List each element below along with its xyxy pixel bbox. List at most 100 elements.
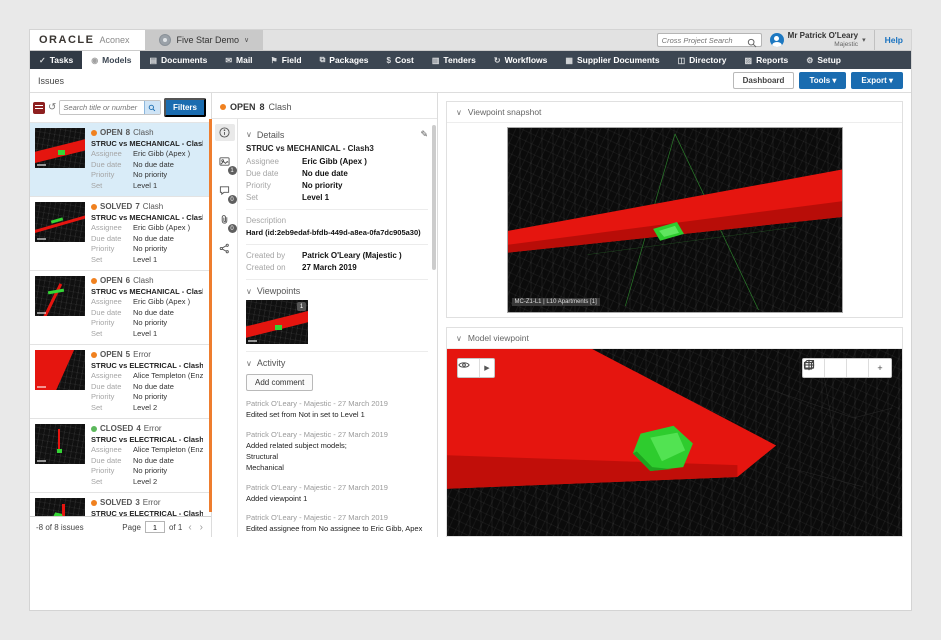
issue-card[interactable]: OPEN 6 Clash STRUC vs MECHANICAL - Clash… — [30, 271, 211, 345]
info-tab[interactable] — [215, 124, 235, 141]
issue-card[interactable]: SOLVED 7 Clash STRUC vs MECHANICAL - Cla… — [30, 197, 211, 271]
viewpoint-snapshot-header[interactable]: ∨ Viewpoint snapshot — [447, 102, 902, 123]
field-label: Assignee — [91, 297, 133, 308]
description-value: Hard (id:2eb9edaf-bfdb-449d-a8ea-0fa7dc9… — [246, 228, 428, 237]
project-selector[interactable]: Five Star Demo ∨ — [145, 30, 263, 50]
viewpoint-thumbnail[interactable]: 1 — [246, 300, 308, 344]
details-section-header[interactable]: ∨ Details ✎ — [246, 129, 428, 140]
edit-icon[interactable]: ✎ — [420, 129, 428, 140]
nav-tab[interactable]: $ Cost — [378, 51, 423, 69]
activity-meta: Patrick O'Leary - Majestic - 27 March 20… — [246, 399, 428, 408]
issue-card[interactable]: SOLVED 3 Error STRUC vs ELECTRICAL - Cla… — [30, 493, 211, 516]
detail-number: 8 — [260, 102, 265, 112]
model-viewpoint-header[interactable]: ∨ Model viewpoint — [447, 328, 902, 349]
zoom-in-button[interactable]: + — [869, 359, 891, 377]
nav-tab[interactable]: ✉ Mail — [216, 51, 261, 69]
nav-tab-label: Tenders — [443, 55, 475, 65]
main-nav: ✓ Tasks ◉ Models ▤ Documents ✉ Mail ⚑ Fi… — [30, 51, 911, 69]
nav-tab-icon: ⚑ — [271, 56, 278, 65]
nav-tab[interactable]: ◉ Models — [82, 51, 140, 69]
page-label: Page — [122, 523, 141, 532]
issues-list-scrollbar[interactable] — [209, 119, 212, 512]
share-icon — [219, 243, 230, 254]
nav-tab[interactable]: ⚙ Setup — [797, 51, 850, 69]
attachments-tab[interactable]: 0 — [215, 211, 235, 228]
issue-thumbnail — [35, 128, 85, 168]
issue-card[interactable]: OPEN 8 Clash STRUC vs MECHANICAL - Clash… — [30, 123, 211, 197]
issue-card[interactable]: OPEN 5 Error STRUC vs ELECTRICAL - Clash… — [30, 345, 211, 419]
issue-title: STRUC vs MECHANICAL - Clash1 — [91, 287, 203, 296]
chevron-down-icon: ∨ — [456, 108, 462, 117]
issue-priority: No priority — [133, 244, 167, 255]
export-button[interactable]: Export ▾ — [851, 72, 903, 89]
viewpoints-section-header[interactable]: ∨ Viewpoints — [246, 286, 428, 296]
eye-icon — [458, 359, 470, 371]
field-label: Priority — [91, 244, 133, 255]
issue-assignee: Alice Templeton (Enzic... — [133, 445, 203, 456]
nav-tab[interactable]: ↻ Workflows — [485, 51, 557, 69]
fit-view-button[interactable] — [847, 359, 869, 377]
field-label: Due date — [91, 160, 133, 171]
comments-tab[interactable]: 0 — [215, 182, 235, 199]
issue-set: Level 1 — [133, 329, 157, 340]
clash-highlight-graphic — [58, 150, 65, 155]
details-section-label: Details — [257, 130, 285, 140]
nav-tab[interactable]: ▨ Reports — [736, 51, 798, 69]
issue-card[interactable]: CLOSED 4 Error STRUC vs ELECTRICAL - Cla… — [30, 419, 211, 493]
nav-tab-label: Supplier Documents — [577, 55, 660, 65]
info-icon — [219, 127, 230, 138]
next-page-icon[interactable]: › — [198, 522, 205, 533]
model-viewport[interactable]: ▶ + — [447, 349, 902, 536]
clash-beam-graphic — [35, 350, 74, 390]
issues-panel-toggle-icon[interactable] — [33, 102, 45, 114]
field-label: Due date — [91, 382, 133, 393]
nav-tab-label: Cost — [395, 55, 414, 65]
nav-tab[interactable]: ⧉ Packages — [311, 51, 378, 69]
detail-content: ∨ Details ✎ STRUC vs MECHANICAL - Clash3… — [238, 119, 437, 537]
issue-thumbnail — [35, 350, 85, 390]
detail-scrollbar[interactable] — [432, 125, 436, 270]
issue-due-date: No due date — [133, 456, 174, 467]
tools-button[interactable]: Tools ▾ — [799, 72, 846, 89]
help-link[interactable]: Help — [874, 30, 903, 50]
issue-status: SOLVED — [100, 202, 132, 211]
nav-tab-icon: ✉ — [225, 56, 232, 65]
detail-status: OPEN — [230, 102, 256, 112]
expand-toolbar-button[interactable]: ▶ — [480, 359, 494, 377]
viewpoints-tab[interactable]: 1 — [215, 153, 235, 170]
nav-tab[interactable]: ◫ Directory — [669, 51, 736, 69]
detail-created-by: Patrick O'Leary (Majestic ) — [302, 251, 402, 260]
issue-status: CLOSED — [100, 424, 133, 433]
refresh-icon[interactable]: ↺ — [48, 103, 56, 113]
activity-section-header[interactable]: ∨ Activity — [246, 358, 428, 368]
field-label: Created on — [246, 263, 302, 272]
section-button[interactable] — [825, 359, 847, 377]
related-models-tab[interactable] — [215, 240, 235, 257]
nav-tab[interactable]: ▥ Tenders — [423, 51, 485, 69]
nav-tab[interactable]: ✓ Tasks — [30, 51, 82, 69]
search-icon[interactable] — [747, 35, 757, 45]
field-label: Due date — [91, 308, 133, 319]
issues-search[interactable] — [59, 100, 161, 115]
issues-search-button[interactable] — [144, 101, 160, 114]
dashboard-button[interactable]: Dashboard — [733, 72, 795, 89]
user-menu[interactable]: Mr Patrick O'Leary Majestic ▾ — [770, 32, 866, 48]
page-number-input[interactable] — [145, 521, 165, 533]
visibility-button[interactable] — [458, 359, 480, 377]
issue-number: 4 — [136, 424, 140, 433]
add-comment-button[interactable]: Add comment — [246, 374, 313, 391]
previous-page-icon[interactable]: ‹ — [186, 522, 193, 533]
issues-search-input[interactable] — [60, 101, 144, 114]
nav-tab[interactable]: ⚑ Field — [262, 51, 311, 69]
issue-title: STRUC vs MECHANICAL - Clash2 — [91, 213, 203, 222]
chevron-down-icon: ∨ — [246, 130, 252, 139]
activity-meta: Patrick O'Leary - Majestic - 27 March 20… — [246, 430, 428, 439]
brand-logo: ORACLE Aconex — [30, 30, 145, 50]
nav-tab[interactable]: ▤ Documents — [140, 51, 216, 69]
nav-tab[interactable]: ▦ Supplier Documents — [556, 51, 668, 69]
issue-type: Error — [133, 350, 151, 359]
cross-project-search-input[interactable] — [662, 36, 747, 45]
filters-button[interactable]: Filters — [164, 98, 206, 117]
cross-project-search[interactable] — [657, 33, 762, 47]
issue-assignee: Eric Gibb (Apex ) — [133, 223, 190, 234]
